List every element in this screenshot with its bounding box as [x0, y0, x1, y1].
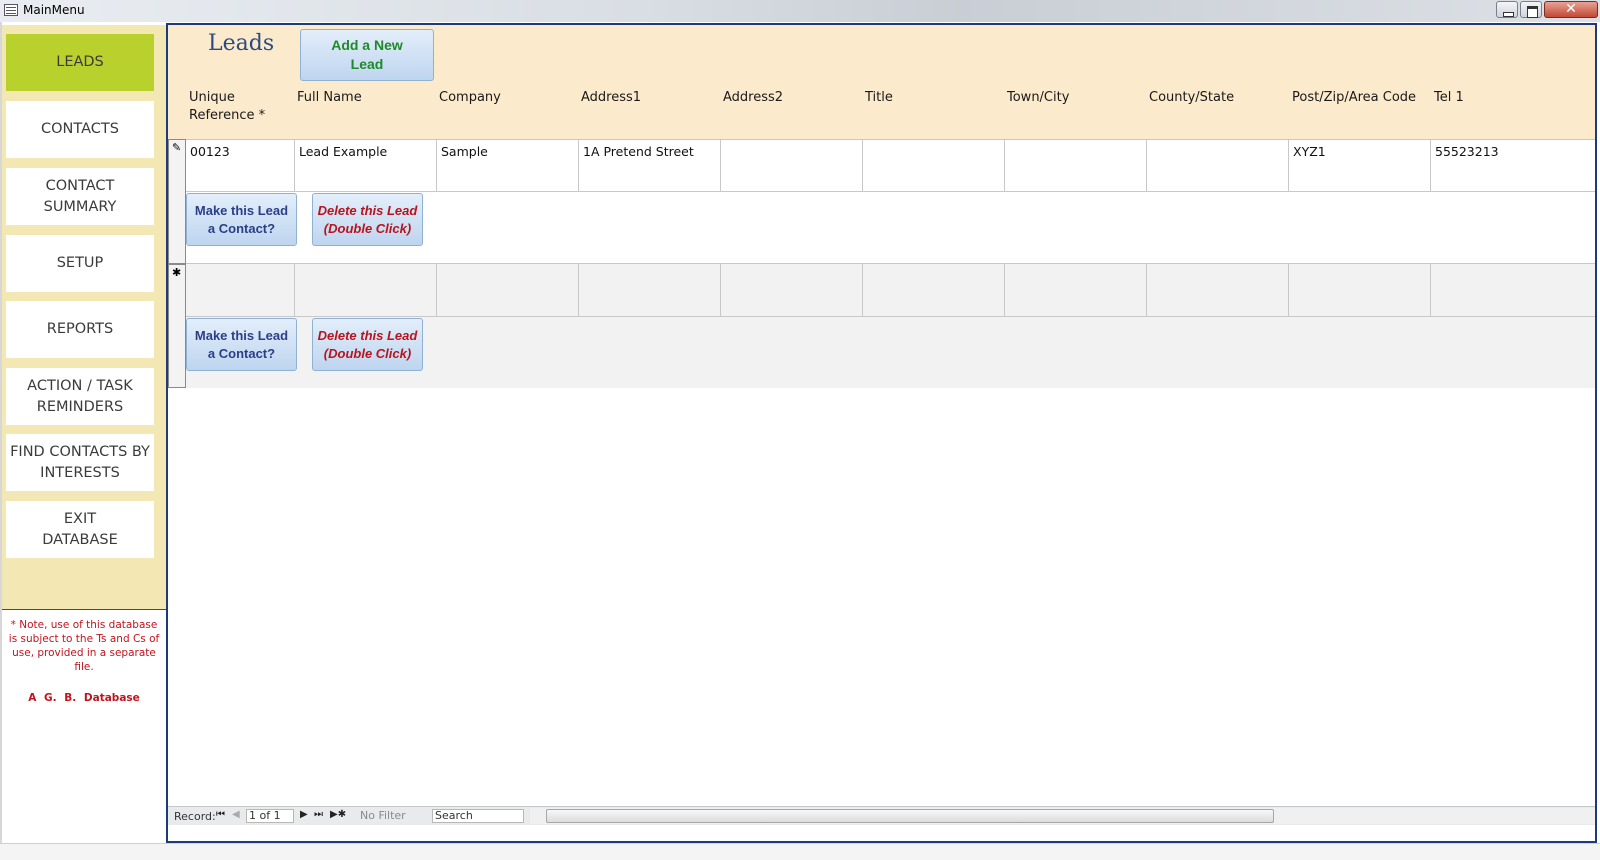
no-filter-toggle[interactable]: No Filter	[360, 809, 406, 822]
new-record-row: Make this Lead a Contact? Delete this Le…	[186, 264, 1595, 388]
sidebar-item-contacts[interactable]: CONTACTS	[6, 101, 154, 158]
sidebar-divider	[2, 609, 166, 610]
column-header-tel1: Tel 1	[1434, 90, 1464, 105]
new-field-county-state[interactable]	[1147, 264, 1289, 317]
new-field-post-zip[interactable]	[1289, 264, 1431, 317]
form-title: Leads	[208, 31, 275, 56]
new-field-full-name[interactable]	[295, 264, 437, 317]
field-company[interactable]: Sample	[437, 139, 579, 192]
sidebar: LEADS CONTACTS CONTACT SUMMARY SETUP REP…	[2, 25, 166, 610]
column-header-full-name: Full Name	[297, 90, 362, 105]
record-label: Record:	[174, 810, 216, 823]
column-header-post-zip: Post/Zip/Area Code	[1292, 90, 1417, 105]
title-bar: MainMenu ✕	[0, 0, 1600, 22]
column-header-town-city: Town/City	[1007, 90, 1070, 105]
new-field-company[interactable]	[437, 264, 579, 317]
field-post-zip[interactable]: XYZ1	[1289, 139, 1431, 192]
field-town-city[interactable]	[1005, 139, 1147, 192]
leads-form: Leads Add a New Lead Unique Reference * …	[166, 23, 1597, 843]
previous-record-icon[interactable]: ◀	[232, 809, 240, 820]
delete-lead-button[interactable]: Delete this Lead (Double Click)	[312, 193, 423, 246]
window-title: MainMenu	[23, 3, 85, 17]
form-header: Leads Add a New Lead Unique Reference * …	[168, 25, 1595, 140]
new-make-contact-button[interactable]: Make this Lead a Contact?	[186, 318, 297, 371]
current-record-input[interactable]: 1 of 1	[246, 809, 294, 823]
add-new-lead-button[interactable]: Add a New Lead	[300, 29, 434, 81]
new-field-town-city[interactable]	[1005, 264, 1147, 317]
field-address1[interactable]: 1A Pretend Street	[579, 139, 721, 192]
next-record-icon[interactable]: ▶	[300, 809, 308, 820]
column-header-address1: Address1	[581, 90, 642, 105]
record-navigation-bar: Record: ⏮ ◀ 1 of 1 ▶ ⏭ ▶✱ No Filter Sear…	[168, 806, 1595, 825]
terms-note: * Note, use of this database is subject …	[8, 619, 160, 674]
sidebar-item-setup[interactable]: SETUP	[6, 235, 154, 292]
status-bar	[0, 843, 1600, 860]
sidebar-item-contact-summary[interactable]: CONTACT SUMMARY	[6, 168, 154, 225]
record-selector[interactable]: ✎	[168, 139, 186, 264]
column-header-county-state: County/State	[1149, 90, 1235, 105]
new-record-asterisk-icon: ✱	[172, 266, 182, 279]
sidebar-item-leads[interactable]: LEADS	[6, 34, 154, 91]
first-record-icon[interactable]: ⏮	[216, 809, 225, 820]
restore-button[interactable]	[1520, 1, 1542, 18]
column-header-company: Company	[439, 90, 501, 105]
new-field-address2[interactable]	[721, 264, 863, 317]
brand-label: A G. B. Database	[28, 692, 140, 704]
column-header-title: Title	[865, 90, 893, 105]
new-field-tel1[interactable]	[1431, 264, 1595, 317]
record-row: 00123 Lead Example Sample 1A Pretend Str…	[186, 139, 1595, 264]
sidebar-item-exit-database[interactable]: EXIT DATABASE	[6, 501, 154, 558]
column-header-unique-reference: Unique Reference *	[189, 90, 266, 123]
field-unique-reference[interactable]: 00123	[186, 139, 295, 192]
column-header-address2: Address2	[723, 90, 784, 105]
minimize-button[interactable]	[1496, 1, 1518, 18]
search-input[interactable]: Search	[432, 809, 524, 823]
sidebar-item-find-contacts[interactable]: FIND CONTACTS BY INTERESTS	[6, 434, 154, 491]
pencil-icon: ✎	[172, 141, 182, 154]
new-field-address1[interactable]	[579, 264, 721, 317]
make-contact-button[interactable]: Make this Lead a Contact?	[186, 193, 297, 246]
sidebar-item-action-task-reminders[interactable]: ACTION / TASK REMINDERS	[6, 368, 154, 425]
new-field-title[interactable]	[863, 264, 1005, 317]
last-record-icon[interactable]: ⏭	[314, 809, 323, 820]
scrollbar-thumb[interactable]	[546, 809, 1274, 823]
close-icon: ✕	[1565, 1, 1577, 17]
sidebar-item-reports[interactable]: REPORTS	[6, 301, 154, 358]
new-record-selector[interactable]: ✱	[168, 264, 186, 388]
new-delete-lead-button[interactable]: Delete this Lead (Double Click)	[312, 318, 423, 371]
new-record-icon[interactable]: ▶✱	[330, 809, 346, 820]
form-icon	[4, 4, 18, 16]
field-address2[interactable]	[721, 139, 863, 192]
new-field-unique-reference[interactable]	[186, 264, 295, 317]
field-full-name[interactable]: Lead Example	[295, 139, 437, 192]
field-county-state[interactable]	[1147, 139, 1289, 192]
field-title[interactable]	[863, 139, 1005, 192]
close-button[interactable]: ✕	[1544, 1, 1598, 18]
field-tel1[interactable]: 55523213	[1431, 139, 1595, 192]
